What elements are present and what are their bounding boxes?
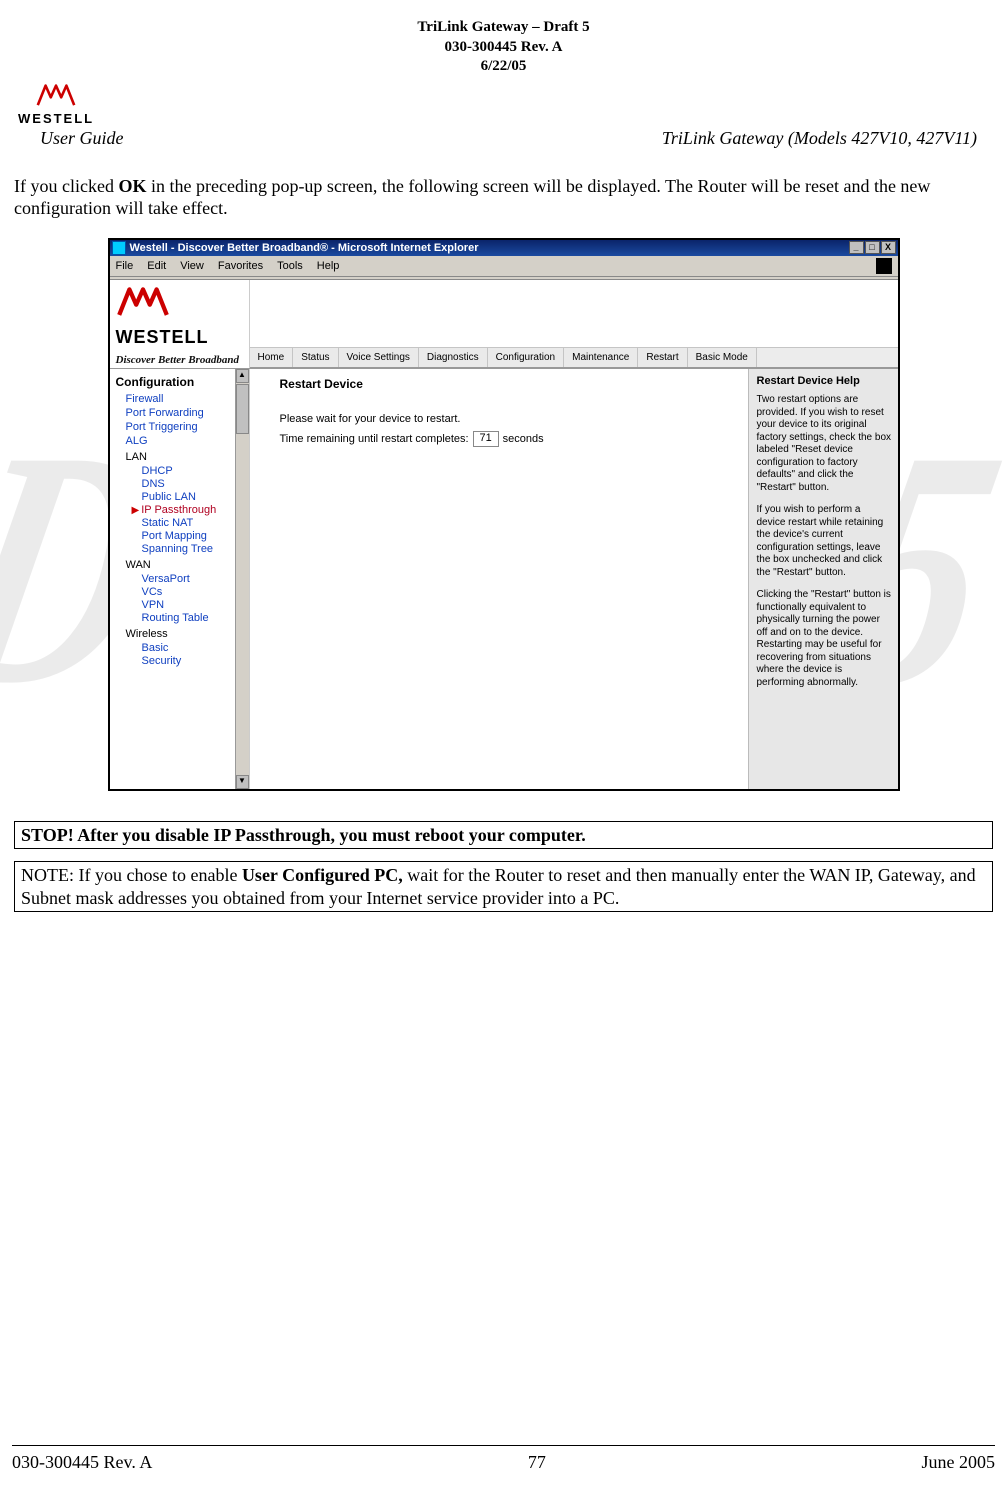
- sidebar-item-spanning-tree[interactable]: Spanning Tree: [142, 543, 245, 555]
- ie-icon: [112, 241, 126, 255]
- arrow-right-icon: ▶: [132, 505, 140, 516]
- doc-header-line2: 030-300445 Rev. A: [12, 38, 995, 58]
- logo-text: WESTELL: [18, 111, 94, 126]
- sidebar-item-vcs[interactable]: VCs: [142, 586, 245, 598]
- sidebar-item-dns[interactable]: DNS: [142, 478, 245, 490]
- intro-paragraph: If you clicked OK in the preceding pop-u…: [12, 157, 995, 220]
- page-footer: 030-300445 Rev. A 77 June 2005: [12, 1445, 995, 1473]
- menu-favorites[interactable]: Favorites: [218, 260, 263, 272]
- tab-configuration[interactable]: Configuration: [488, 348, 564, 367]
- westell-logo-icon: [116, 286, 170, 320]
- sidebar-cat-wan: WAN: [126, 559, 245, 571]
- sidebar-item-security[interactable]: Security: [142, 655, 245, 667]
- sidebar-item-port-mapping[interactable]: Port Mapping: [142, 530, 245, 542]
- menu-tools[interactable]: Tools: [277, 260, 303, 272]
- scroll-up-icon[interactable]: ▲: [236, 369, 249, 383]
- timer-value: 71: [473, 431, 499, 447]
- nav-tabs: Home Status Voice Settings Diagnostics C…: [250, 347, 898, 368]
- stop-callout: STOP! After you disable IP Passthrough, …: [14, 821, 993, 850]
- sidebar-item-port-forwarding[interactable]: Port Forwarding: [126, 407, 245, 419]
- tab-voice-settings[interactable]: Voice Settings: [339, 348, 419, 367]
- wait-text: Please wait for your device to restart.: [280, 413, 738, 425]
- minimize-button[interactable]: _: [849, 241, 864, 254]
- meta-row: User Guide TriLink Gateway (Models 427V1…: [12, 126, 995, 157]
- main-content: Restart Device Please wait for your devi…: [250, 369, 748, 789]
- config-sidebar: Configuration Firewall Port Forwarding P…: [110, 369, 250, 789]
- footer-date: June 2005: [921, 1452, 995, 1473]
- menu-edit[interactable]: Edit: [147, 260, 166, 272]
- sidebar-item-vpn[interactable]: VPN: [142, 599, 245, 611]
- tab-maintenance[interactable]: Maintenance: [564, 348, 638, 367]
- scroll-thumb[interactable]: [236, 384, 249, 434]
- westell-logo-icon: [36, 83, 76, 109]
- sidebar-item-port-triggering[interactable]: Port Triggering: [126, 421, 245, 433]
- doc-header: TriLink Gateway – Draft 5 030-300445 Rev…: [12, 18, 995, 77]
- sidebar-item-basic[interactable]: Basic: [142, 642, 245, 654]
- sidebar-item-alg[interactable]: ALG: [126, 435, 245, 447]
- menu-view[interactable]: View: [180, 260, 204, 272]
- user-guide-label: User Guide: [40, 128, 124, 149]
- brand-name: WESTELL: [116, 327, 243, 348]
- westell-logo: WESTELL: [18, 83, 94, 126]
- msn-icon[interactable]: [876, 258, 892, 274]
- help-p3: Clicking the "Restart" button is functio…: [757, 589, 892, 689]
- menu-help[interactable]: Help: [317, 260, 340, 272]
- footer-doc-id: 030-300445 Rev. A: [12, 1452, 152, 1473]
- tab-diagnostics[interactable]: Diagnostics: [419, 348, 488, 367]
- doc-header-line1: TriLink Gateway – Draft 5: [12, 18, 995, 38]
- help-p2: If you wish to perform a device restart …: [757, 504, 892, 579]
- sidebar-item-ip-passthrough[interactable]: ▶IP Passthrough: [132, 504, 245, 516]
- page-number: 77: [528, 1452, 546, 1473]
- note-callout: NOTE: If you chose to enable User Config…: [14, 861, 993, 912]
- tab-restart[interactable]: Restart: [638, 348, 687, 367]
- timer-label: Time remaining until restart completes:: [280, 433, 469, 445]
- help-panel: Restart Device Help Two restart options …: [748, 369, 898, 789]
- doc-header-line3: 6/22/05: [12, 57, 995, 77]
- scroll-down-icon[interactable]: ▼: [236, 775, 249, 789]
- sidebar-heading: Configuration: [116, 375, 245, 389]
- window-titlebar: Westell - Discover Better Broadband® - M…: [110, 240, 898, 256]
- sidebar-cat-lan: LAN: [126, 451, 245, 463]
- close-button[interactable]: X: [881, 241, 896, 254]
- browser-screenshot: Westell - Discover Better Broadband® - M…: [108, 238, 900, 791]
- sidebar-item-dhcp[interactable]: DHCP: [142, 465, 245, 477]
- sidebar-item-routing-table[interactable]: Routing Table: [142, 612, 245, 624]
- tab-home[interactable]: Home: [250, 348, 294, 367]
- window-title: Westell - Discover Better Broadband® - M…: [130, 242, 479, 254]
- brand-tagline: Discover Better Broadband: [116, 354, 243, 366]
- help-title: Restart Device Help: [757, 375, 892, 389]
- sidebar-item-public-lan[interactable]: Public LAN: [142, 491, 245, 503]
- model-label: TriLink Gateway (Models 427V10, 427V11): [662, 128, 977, 149]
- menu-file[interactable]: File: [116, 260, 134, 272]
- menu-bar: File Edit View Favorites Tools Help: [110, 256, 898, 277]
- sidebar-item-firewall[interactable]: Firewall: [126, 393, 245, 405]
- app-banner: WESTELL Discover Better Broadband Home S…: [110, 280, 898, 369]
- sidebar-item-versaport[interactable]: VersaPort: [142, 573, 245, 585]
- maximize-button[interactable]: □: [865, 241, 880, 254]
- window-buttons: _ □ X: [849, 241, 896, 254]
- sidebar-scrollbar[interactable]: ▲ ▼: [235, 369, 249, 789]
- help-p1: Two restart options are provided. If you…: [757, 394, 892, 494]
- tab-status[interactable]: Status: [293, 348, 338, 367]
- sidebar-item-static-nat[interactable]: Static NAT: [142, 517, 245, 529]
- tab-basic-mode[interactable]: Basic Mode: [688, 348, 757, 367]
- timer-unit: seconds: [503, 433, 544, 445]
- sidebar-cat-wireless: Wireless: [126, 628, 245, 640]
- restart-device-heading: Restart Device: [280, 377, 738, 391]
